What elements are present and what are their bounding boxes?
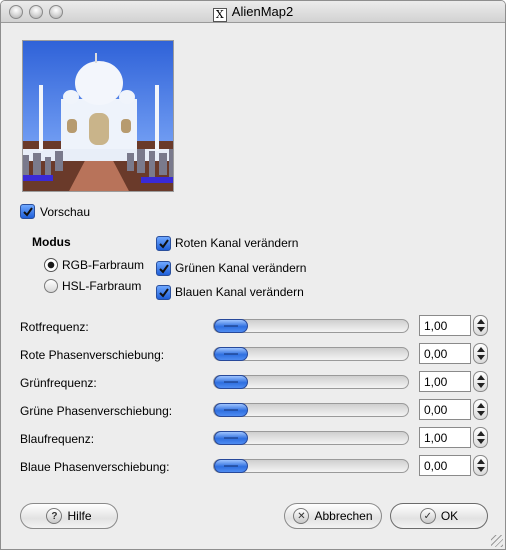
alienmap2-dialog: X AlienMap2 Vorschau Modus RGB-Farbraum …: [0, 0, 506, 550]
red-frequency-slider[interactable]: [213, 319, 409, 333]
help-button[interactable]: ? Hilfe: [20, 503, 118, 529]
blue-phase-stepper[interactable]: [473, 455, 488, 476]
cancel-button[interactable]: ✕ Abbrechen: [284, 503, 382, 529]
green-frequency-slider[interactable]: [213, 375, 409, 389]
radio-hsl[interactable]: [44, 279, 58, 293]
preview-label[interactable]: Vorschau: [40, 205, 90, 219]
blue-phase-label: Blaue Phasenverschiebung:: [20, 460, 170, 474]
checkmark-icon: [23, 207, 33, 217]
red-channel-checkbox[interactable]: [156, 236, 171, 251]
green-phase-slider[interactable]: [213, 403, 409, 417]
green-phase-input[interactable]: 0,00: [419, 399, 471, 420]
title-bar: X AlienMap2: [1, 1, 505, 23]
preview-checkbox[interactable]: [20, 204, 35, 219]
checkmark-icon: [159, 264, 169, 274]
blue-frequency-stepper[interactable]: [473, 427, 488, 448]
window-title: AlienMap2: [231, 4, 294, 19]
question-icon: ?: [46, 508, 63, 524]
radio-hsl-label[interactable]: HSL-Farbraum: [62, 279, 141, 293]
red-phase-stepper[interactable]: [473, 343, 488, 364]
checkmark-icon: ✓: [419, 508, 436, 524]
green-phase-stepper[interactable]: [473, 399, 488, 420]
blue-phase-input[interactable]: 0,00: [419, 455, 471, 476]
slider-thumb[interactable]: [214, 459, 248, 473]
cancel-button-label: Abbrechen: [314, 509, 373, 523]
blue-frequency-input[interactable]: 1,00: [419, 427, 471, 448]
x11-icon: X: [212, 8, 227, 22]
green-phase-label: Grüne Phasenverschiebung:: [20, 404, 173, 418]
green-frequency-label: Grünfrequenz:: [20, 376, 97, 390]
help-button-label: Hilfe: [67, 509, 92, 523]
red-phase-slider[interactable]: [213, 347, 409, 361]
slider-thumb[interactable]: [214, 431, 248, 445]
blue-frequency-slider[interactable]: [213, 431, 409, 445]
mode-heading: Modus: [32, 235, 71, 249]
ok-button[interactable]: ✓ OK: [390, 503, 488, 529]
blue-channel-checkbox[interactable]: [156, 285, 171, 300]
green-frequency-input[interactable]: 1,00: [419, 371, 471, 392]
red-frequency-stepper[interactable]: [473, 315, 488, 336]
blue-phase-slider[interactable]: [213, 459, 409, 473]
green-channel-checkbox[interactable]: [156, 261, 171, 276]
green-frequency-stepper[interactable]: [473, 371, 488, 392]
cancel-icon: ✕: [293, 508, 310, 524]
blue-channel-label[interactable]: Blauen Kanal verändern: [175, 285, 304, 299]
red-frequency-label: Rotfrequenz:: [20, 320, 89, 334]
red-phase-input[interactable]: 0,00: [419, 343, 471, 364]
slider-thumb[interactable]: [214, 375, 248, 389]
blue-frequency-label: Blaufrequenz:: [20, 432, 95, 446]
green-channel-label[interactable]: Grünen Kanal verändern: [175, 261, 306, 275]
ok-button-label: OK: [440, 509, 459, 523]
preview-image: [22, 40, 174, 192]
red-frequency-input[interactable]: 1,00: [419, 315, 471, 336]
checkmark-icon: [159, 288, 169, 298]
taj-mahal-preview-graphic: [23, 41, 173, 191]
red-channel-label[interactable]: Roten Kanal verändern: [175, 236, 298, 250]
checkmark-icon: [159, 239, 169, 249]
radio-rgb-label[interactable]: RGB-Farbraum: [62, 258, 144, 272]
radio-rgb[interactable]: [44, 258, 58, 272]
resize-grip[interactable]: [491, 535, 503, 547]
red-phase-label: Rote Phasenverschiebung:: [20, 348, 165, 362]
slider-thumb[interactable]: [214, 403, 248, 417]
slider-thumb[interactable]: [214, 347, 248, 361]
slider-thumb[interactable]: [214, 319, 248, 333]
